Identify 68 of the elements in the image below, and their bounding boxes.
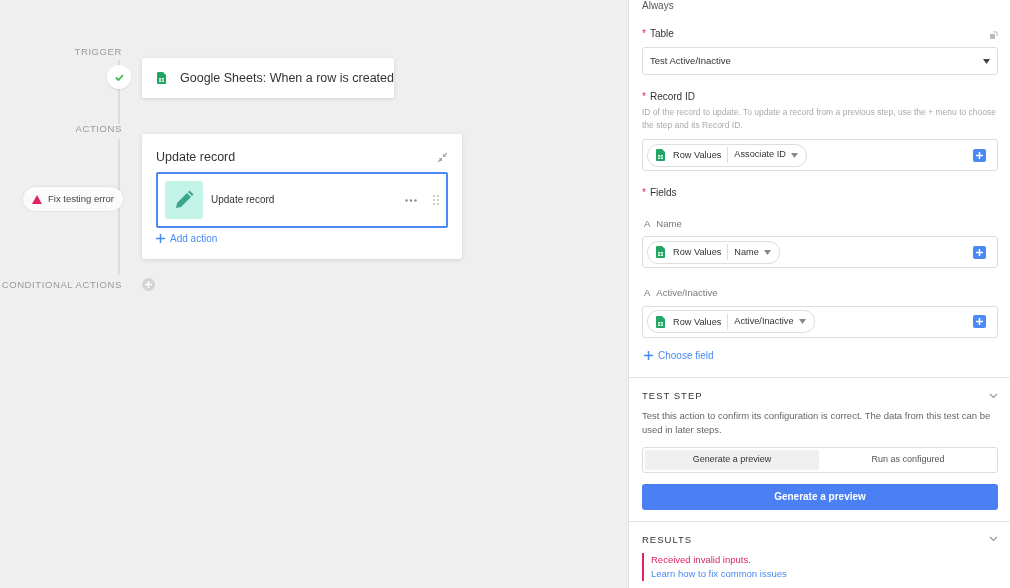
step-title: Update record (211, 194, 276, 206)
field-label: Fields (649, 187, 677, 199)
step-item[interactable]: Update record (156, 172, 448, 228)
section-title: TEST STEP (642, 390, 703, 402)
section-label: CONDITIONAL ACTIONS (1, 279, 122, 291)
add-icon[interactable] (142, 278, 155, 291)
pill-source: Row Values (673, 244, 729, 261)
trigger-card[interactable]: Google Sheets: When a row is created (142, 58, 394, 98)
input-field[interactable]: Row Values Name (642, 236, 998, 269)
check-icon (114, 73, 124, 81)
add-action-link[interactable]: Add action (156, 232, 218, 245)
add-icon[interactable] (973, 245, 986, 259)
error-badge[interactable]: Fix testing error (23, 187, 123, 211)
add-icon[interactable] (973, 315, 986, 329)
spreadsheet-icon (656, 149, 665, 161)
section-description: Test this action to confirm its configuration is correct. The data from this test can be used in later steps. (642, 408, 992, 437)
generate-preview-button[interactable]: Generate a preview (642, 483, 998, 510)
spreadsheet-icon (656, 315, 665, 328)
input-field[interactable]: Row Values Associate ID (642, 139, 998, 171)
help-link[interactable]: Learn how to fix common issues (651, 568, 787, 580)
input-field[interactable]: Row Values Active/Inactive (642, 305, 998, 338)
caret-icon (763, 249, 771, 255)
variable-pill[interactable]: Row Values Associate ID (647, 143, 807, 167)
collapse-icon[interactable] (437, 152, 448, 163)
spreadsheet-icon (656, 246, 665, 259)
condition-text: Always (642, 0, 675, 12)
copy-icon[interactable] (990, 30, 998, 39)
field-label: Record ID (649, 91, 695, 103)
field-label: Table (649, 28, 674, 40)
variable-pill[interactable]: Row Values Active/Inactive (647, 310, 815, 334)
pencil-icon (165, 181, 203, 219)
text-type-icon: A (644, 218, 651, 230)
text-type-icon: A (644, 287, 651, 299)
variable-pill[interactable]: Row Values Name (647, 240, 780, 264)
pill-field: Active/Inactive (734, 316, 794, 328)
field-hint: ID of the record to update. To update a record from a previous step, use the + menu to choose the step and its Record ID. (642, 106, 997, 132)
caret-icon (790, 152, 798, 158)
caret-icon (798, 319, 806, 325)
required-mark: * (642, 187, 646, 199)
more-icon[interactable] (405, 198, 417, 202)
section-label: TRIGGER (74, 46, 122, 58)
add-icon[interactable] (973, 148, 986, 162)
pill-source: Row Values (673, 313, 729, 330)
pill-field: Associate ID (734, 149, 786, 161)
table-dropdown[interactable]: Test Active/Inactive (642, 47, 998, 75)
field-label: Name (656, 218, 682, 230)
card-title: Update record (156, 150, 236, 165)
mode-tab[interactable]: Run as configured (821, 449, 995, 470)
drag-handle-icon[interactable] (433, 195, 439, 205)
plus-icon (644, 351, 653, 361)
mode-tab[interactable]: Generate a preview (645, 449, 819, 470)
chevron-icon[interactable] (989, 536, 998, 543)
warning-icon (32, 194, 42, 204)
section-title: RESULTS (642, 533, 693, 546)
plus-icon (156, 234, 165, 243)
chevron-icon[interactable] (989, 392, 998, 399)
required-mark: * (642, 91, 646, 103)
pill-source: Row Values (673, 147, 729, 163)
error-text: Fix testing error (48, 193, 114, 205)
caret-icon (983, 58, 990, 64)
required-mark: * (642, 28, 646, 40)
section-label: ACTIONS (75, 123, 122, 135)
error-message: Received invalid inputs. (651, 553, 752, 568)
choose-field-link[interactable]: Choose field (644, 349, 714, 362)
field-label: Active/Inactive (656, 287, 718, 299)
trigger-title: Google Sheets: When a row is created (180, 70, 394, 86)
pill-field: Name (734, 246, 759, 258)
spreadsheet-icon (157, 72, 166, 84)
